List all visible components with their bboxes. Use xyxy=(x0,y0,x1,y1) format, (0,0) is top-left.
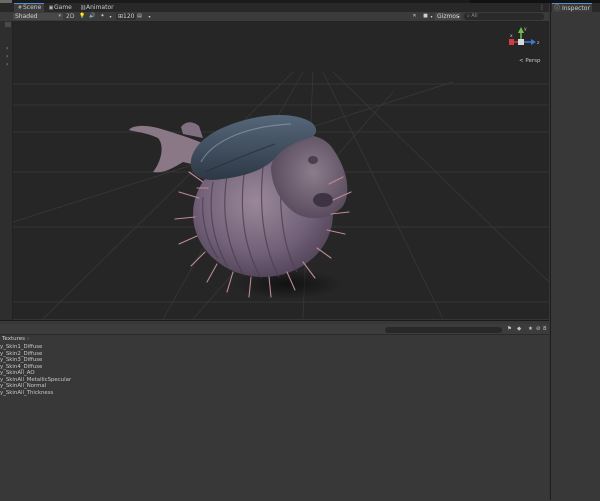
overlay-toggle[interactable] xyxy=(5,22,11,27)
lighting-toggle-icon[interactable]: 💡 xyxy=(79,13,86,20)
info-icon: ⓘ xyxy=(554,5,561,12)
scene-toolbar: Shaded ▾ 2D 💡 🔊 ✦ ▾ ⊞120 ▤ ▾ ✕ ■ ▾ Gizmo… xyxy=(0,12,549,22)
scene-search-placeholder: All xyxy=(471,13,478,19)
chevron-right-icon[interactable]: › xyxy=(6,45,8,52)
project-search-input[interactable] xyxy=(385,327,502,333)
grid-snap-field[interactable]: ⊞120 xyxy=(116,13,137,20)
unity-editor-window: #Scene ▣Game ⛓Animator ⋮ Shaded ▾ 2D 💡 🔊… xyxy=(0,0,600,501)
project-toolbar: ⚑ ◆ ★ ⊘ 8 xyxy=(0,324,549,335)
scene-search-input[interactable]: ⌕ All xyxy=(464,13,544,20)
inspector-panel: ⓘ Inspector xyxy=(550,3,600,500)
tab-menu-icon[interactable]: ⋮ xyxy=(539,3,545,12)
effects-toggle-icon[interactable]: ✦ xyxy=(99,13,106,20)
fish-mouth xyxy=(313,193,333,207)
chevron-right-icon: › xyxy=(27,336,30,342)
hidden-packages-icon[interactable]: ⊘ xyxy=(536,326,541,332)
left-overlay-gutter: › › › xyxy=(0,21,13,320)
shading-mode-value: Shaded xyxy=(15,13,38,20)
scene-tab-bar: #Scene ▣Game ⛓Animator ⋮ xyxy=(0,3,549,12)
scene-render: y z x xyxy=(13,27,549,319)
tab-scene[interactable]: #Scene xyxy=(14,3,45,12)
chevron-down-icon[interactable]: ▾ xyxy=(146,13,153,20)
chevron-down-icon[interactable]: ▾ xyxy=(455,13,462,20)
projection-toggle[interactable]: < Persp xyxy=(519,58,540,64)
tab-animator[interactable]: ⛓Animator xyxy=(77,3,117,12)
tab-scene-label: Scene xyxy=(23,4,42,11)
chevron-right-icon[interactable]: › xyxy=(6,61,8,68)
project-panel: ⚑ ◆ ★ ⊘ 8 Textures › y_Skin1_Diffuse y_Sk… xyxy=(0,320,549,501)
toggle-2d-button[interactable]: 2D xyxy=(66,13,74,20)
tab-inspector-label: Inspector xyxy=(561,5,590,12)
list-item[interactable]: y_SkinAll_Thickness xyxy=(0,390,300,397)
breadcrumb[interactable]: Textures › xyxy=(2,336,29,342)
favorites-icon[interactable]: ★ xyxy=(528,326,533,332)
tools-icon[interactable]: ✕ xyxy=(411,13,418,20)
file-list: y_Skin1_Diffuse y_Skin2_Diffuse y_Skin3_… xyxy=(0,344,300,396)
tab-animator-label: Animator xyxy=(86,4,114,11)
scene-viewport[interactable]: y z x < Persp xyxy=(13,22,549,319)
breadcrumb-folder[interactable]: Textures xyxy=(2,336,25,342)
tab-inspector[interactable]: ⓘ Inspector xyxy=(552,3,592,12)
gizmo-z-label: z xyxy=(537,41,540,46)
fish-fin xyxy=(181,122,203,138)
chevron-right-icon[interactable]: › xyxy=(6,53,8,60)
grid-snap-value: 120 xyxy=(123,13,135,20)
label-filter-icon[interactable]: ⚑ xyxy=(507,326,512,332)
shading-mode-dropdown[interactable]: Shaded ▾ xyxy=(13,13,63,20)
gizmo-y-label: y xyxy=(524,27,527,32)
audio-toggle-icon[interactable]: 🔊 xyxy=(89,13,96,20)
search-icon: ⌕ xyxy=(467,13,470,19)
tab-game[interactable]: ▣Game xyxy=(45,3,75,12)
fish-eye xyxy=(308,156,318,164)
inspector-tab-bar: ⓘ Inspector xyxy=(551,3,600,12)
tab-game-label: Game xyxy=(54,4,72,11)
type-filter-icon[interactable]: ◆ xyxy=(517,326,521,332)
gizmo-x-label: x xyxy=(510,34,513,39)
chevron-down-icon: ▾ xyxy=(58,13,61,19)
layers-icon[interactable]: ▤ xyxy=(136,13,143,20)
badge-count: 8 xyxy=(543,326,547,332)
chevron-down-icon[interactable]: ▾ xyxy=(107,13,114,20)
chevron-down-icon[interactable]: ▾ xyxy=(428,13,435,20)
orientation-gizmo: y z x xyxy=(509,27,540,46)
